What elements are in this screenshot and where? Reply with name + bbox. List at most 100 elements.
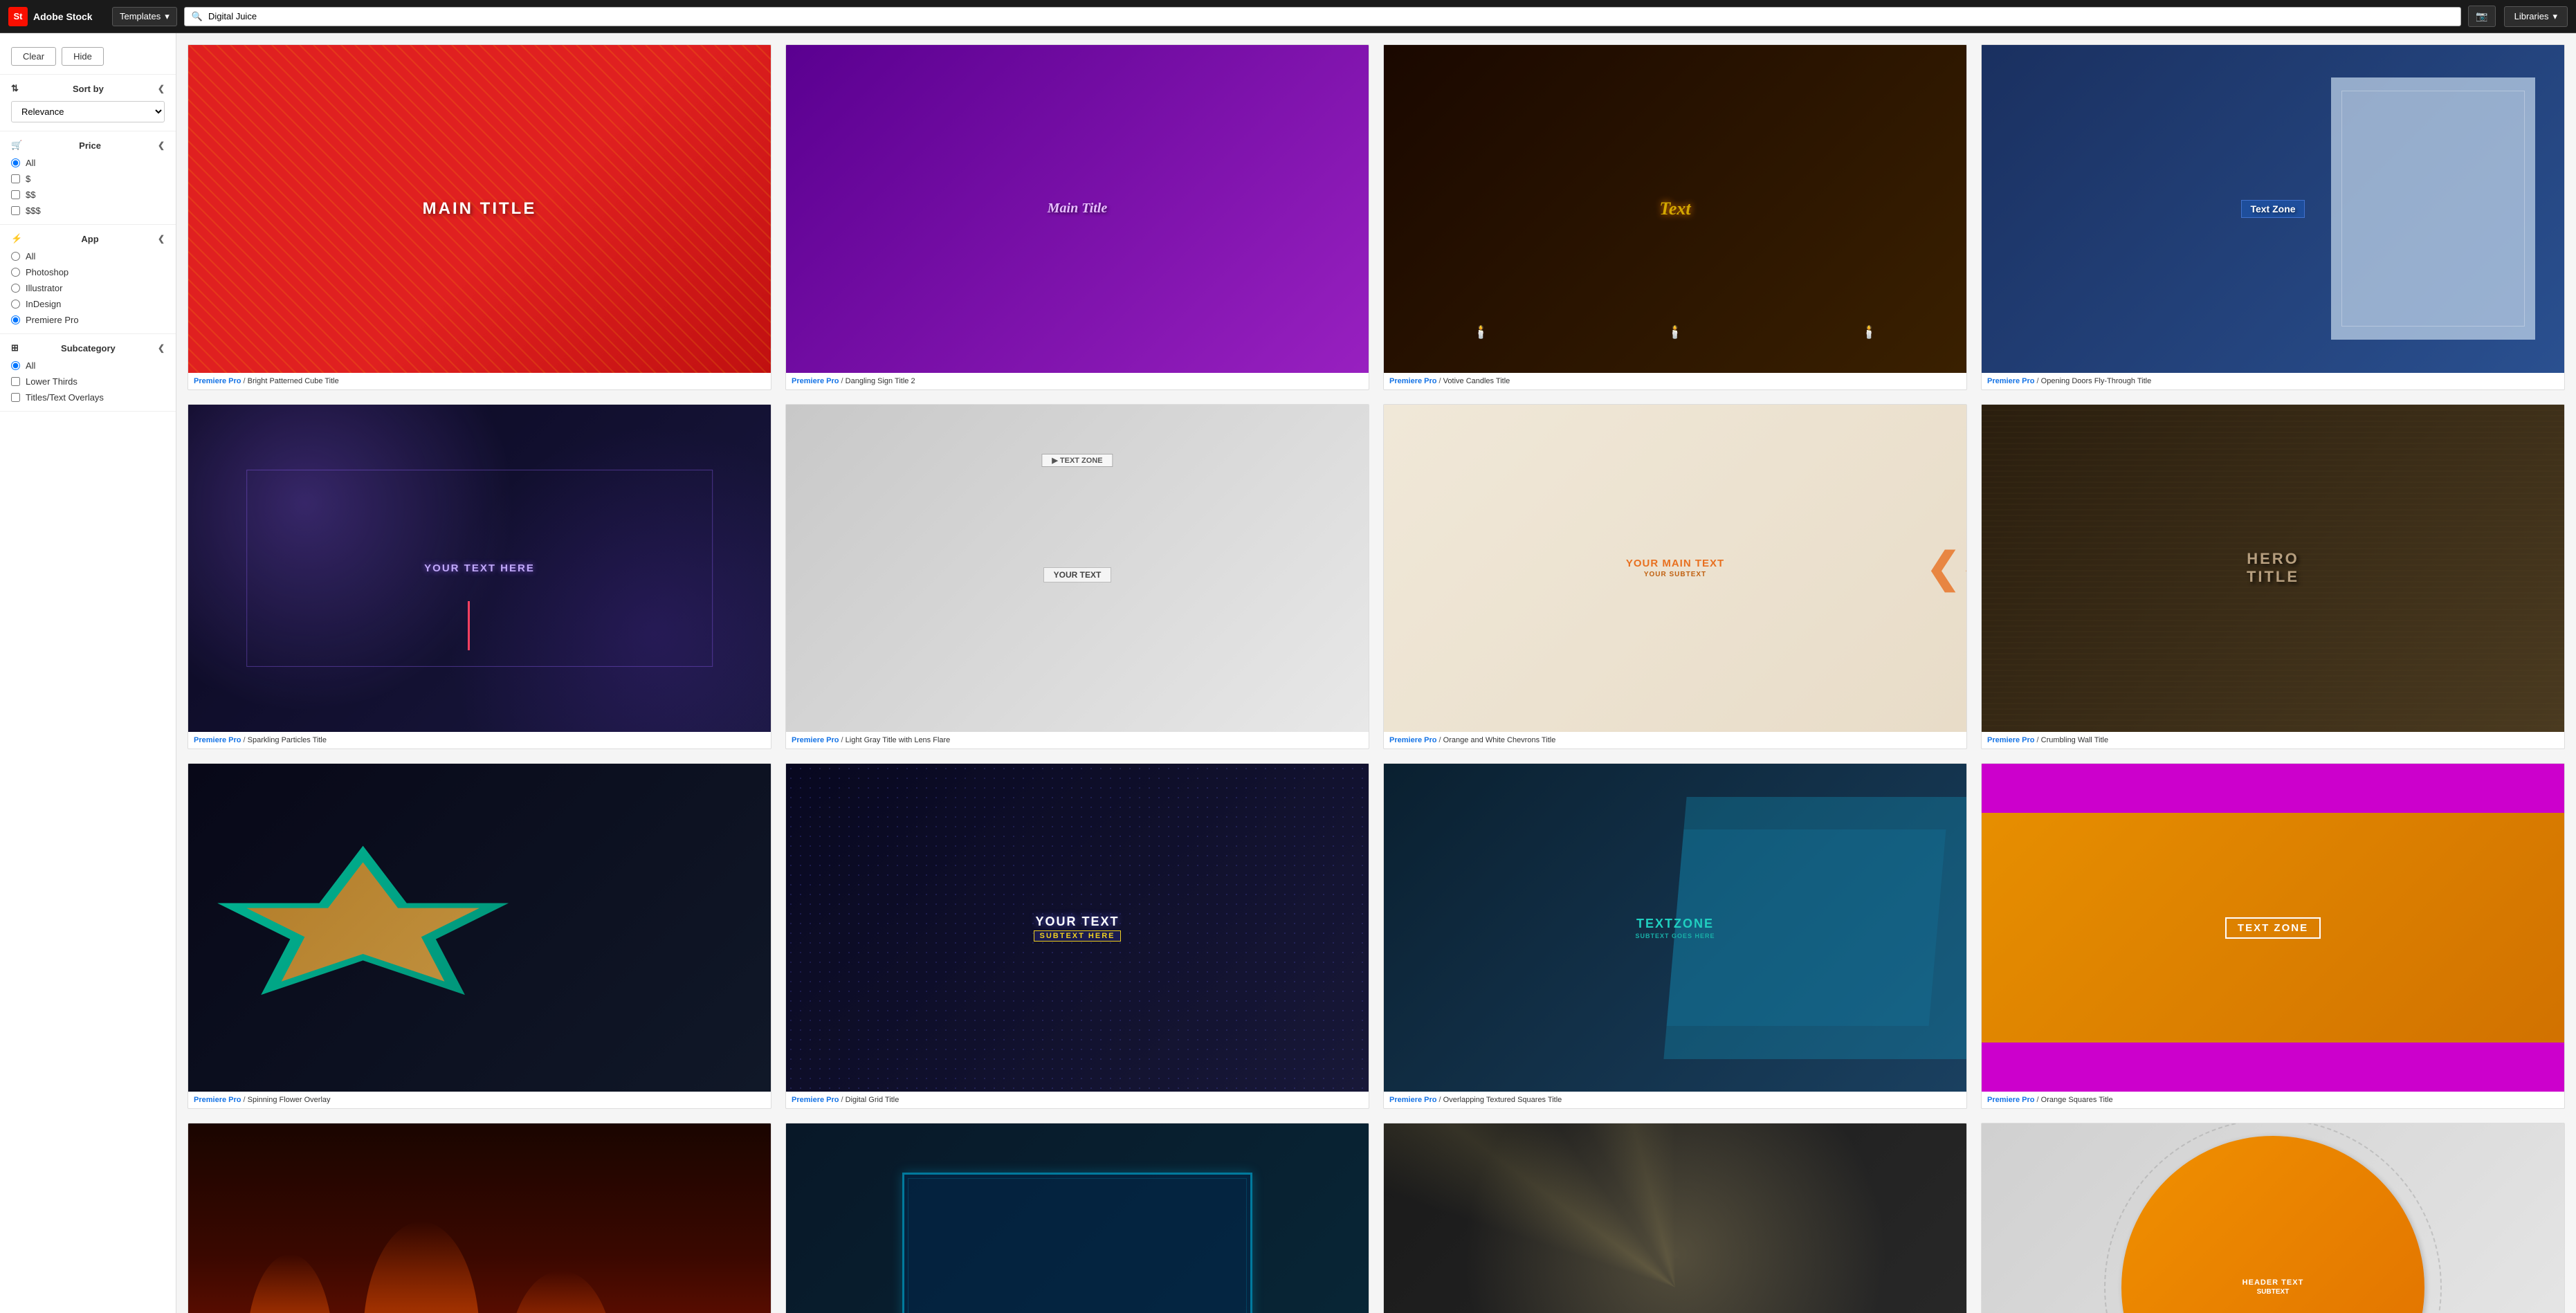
main-layout: Clear Hide ⇅ Sort by ❮ Relevance Newest … xyxy=(0,33,2576,1313)
caption-opening-doors: Premiere Pro / Opening Doors Fly-Through… xyxy=(1982,373,2564,389)
app-label: Premiere Pro xyxy=(792,377,839,385)
price-header[interactable]: 🛒 Price ❮ xyxy=(11,140,165,151)
app-label: Premiere Pro xyxy=(792,736,839,744)
thumbnail-overlapping: TEXTZONE SUBTEXT GOES HERE xyxy=(1384,764,1966,1092)
grid-item-fire[interactable]: Premiere Pro / Fire Title xyxy=(188,1123,771,1313)
topbar: St Adobe Stock Templates ▾ 🔍 📷 Libraries… xyxy=(0,0,2576,33)
app-premiere[interactable]: Premiere Pro xyxy=(11,315,165,325)
grid-item-orange-chevrons[interactable]: ❮❮ YOUR MAIN TEXT YOUR SUBTEXT Premiere … xyxy=(1383,404,1967,750)
subcat-all[interactable]: All xyxy=(11,360,165,371)
sort-by-select[interactable]: Relevance Newest Oldest Popular xyxy=(11,101,165,122)
grid-item-overlapping[interactable]: TEXTZONE SUBTEXT GOES HERE Premiere Pro … xyxy=(1383,763,1967,1109)
price-all[interactable]: All xyxy=(11,158,165,168)
thumbnail-orange-chevrons: ❮❮ YOUR MAIN TEXT YOUR SUBTEXT xyxy=(1384,405,1966,733)
app-label: Premiere Pro xyxy=(194,1096,241,1104)
price-dollar2[interactable]: $$ xyxy=(11,190,165,200)
subcat-titles[interactable]: Titles/Text Overlays xyxy=(11,392,165,403)
caption-bright-cube: Premiere Pro / Bright Patterned Cube Tit… xyxy=(188,373,771,389)
app-photoshop[interactable]: Photoshop xyxy=(11,267,165,277)
app-label: Premiere Pro xyxy=(1987,377,2034,385)
price-icon: 🛒 xyxy=(11,140,22,151)
results-grid: MAIN TITLE Premiere Pro / Bright Pattern… xyxy=(188,44,2565,1313)
app-label: Premiere Pro xyxy=(792,1096,839,1104)
caption-digital-grid: Premiere Pro / Digital Grid Title xyxy=(786,1092,1369,1108)
template-name: Overlapping Textured Squares Title xyxy=(1443,1096,1562,1104)
caption-spinning: Premiere Pro / Spinning Flower Overlay xyxy=(188,1092,771,1108)
sidebar: Clear Hide ⇅ Sort by ❮ Relevance Newest … xyxy=(0,33,176,1313)
price-dollar3[interactable]: $$$ xyxy=(11,205,165,216)
app-label: Premiere Pro xyxy=(1987,1096,2034,1104)
grid-item-orange-squares[interactable]: TEXT ZONE Premiere Pro / Orange Squares … xyxy=(1981,763,2565,1109)
price-dollar1[interactable]: $ xyxy=(11,174,165,184)
clear-button[interactable]: Clear xyxy=(11,47,56,66)
sort-by-header[interactable]: ⇅ Sort by ❮ xyxy=(11,83,165,94)
app-label: Premiere Pro xyxy=(1389,1096,1436,1104)
caption-sparkling: Premiere Pro / Sparkling Particles Title xyxy=(188,732,771,749)
price-options: All $ $$ $$$ xyxy=(11,158,165,216)
app-header[interactable]: ⚡ App ❮ xyxy=(11,233,165,244)
chevron-down-icon: ▾ xyxy=(2552,11,2557,22)
thumbnail-spinning xyxy=(188,764,771,1092)
caption-candles: Premiere Pro / Votive Candles Title xyxy=(1384,373,1966,389)
app-label: Premiere Pro xyxy=(194,736,241,744)
subcategory-section: ⊞ Subcategory ❮ All Lower Thirds Titles/… xyxy=(0,334,176,412)
grid-item-opening-doors[interactable]: Text Zone Premiere Pro / Opening Doors F… xyxy=(1981,44,2565,390)
template-name: Sparkling Particles Title xyxy=(248,736,327,744)
grid-item-header-circle[interactable]: HEADER TEXT SUBTEXT Premiere Pro / Heade… xyxy=(1981,1123,2565,1313)
subcategory-options: All Lower Thirds Titles/Text Overlays xyxy=(11,360,165,403)
thumbnail-light-rays xyxy=(1384,1123,1966,1313)
app-all[interactable]: All xyxy=(11,251,165,261)
search-input[interactable] xyxy=(208,11,2454,21)
caption-orange-squares: Premiere Pro / Orange Squares Title xyxy=(1982,1092,2564,1108)
grid-item-tv[interactable]: Premiere Pro / TV Screen Title xyxy=(785,1123,1369,1313)
template-name: Votive Candles Title xyxy=(1443,377,1510,385)
thumbnail-lightgray: ▶ TEXT ZONE YOUR TEXT xyxy=(786,405,1369,733)
thumbnail-candles: 🕯️ 🕯️ 🕯️ Text xyxy=(1384,45,1966,373)
subcat-lower-thirds[interactable]: Lower Thirds xyxy=(11,376,165,387)
grid-item-candles[interactable]: 🕯️ 🕯️ 🕯️ Text Premiere Pro / Votive Cand… xyxy=(1383,44,1967,390)
subcategory-icon: ⊞ xyxy=(11,342,19,354)
subcategory-header[interactable]: ⊞ Subcategory ❮ xyxy=(11,342,165,354)
topbar-right: 📷 Libraries ▾ xyxy=(2468,6,2568,27)
price-section: 🛒 Price ❮ All $ $$ $$$ xyxy=(0,131,176,225)
grid-item-spinning[interactable]: Premiere Pro / Spinning Flower Overlay xyxy=(188,763,771,1109)
grid-item-bright-cube[interactable]: MAIN TITLE Premiere Pro / Bright Pattern… xyxy=(188,44,771,390)
search-icon: 🔍 xyxy=(192,11,203,22)
template-name: Opening Doors Fly-Through Title xyxy=(2041,377,2152,385)
app-label: App xyxy=(81,234,98,244)
content-area: MAIN TITLE Premiere Pro / Bright Pattern… xyxy=(176,33,2576,1313)
chevron-down-icon: ▾ xyxy=(165,11,170,22)
app-icon: ⚡ xyxy=(11,233,22,244)
price-label: Price xyxy=(79,140,101,151)
template-name: Bright Patterned Cube Title xyxy=(248,377,339,385)
thumbnail-opening-doors: Text Zone xyxy=(1982,45,2564,373)
caption-overlapping: Premiere Pro / Overlapping Textured Squa… xyxy=(1384,1092,1966,1108)
camera-button[interactable]: 📷 xyxy=(2468,6,2495,27)
app-illustrator[interactable]: Illustrator xyxy=(11,283,165,293)
grid-item-lightgray[interactable]: ▶ TEXT ZONE YOUR TEXT Premiere Pro / Lig… xyxy=(785,404,1369,750)
content-type-dropdown[interactable]: Templates ▾ xyxy=(112,7,177,26)
caption-orange-chevrons: Premiere Pro / Orange and White Chevrons… xyxy=(1384,732,1966,749)
grid-item-digital-grid[interactable]: YOUR TEXT SUBTEXT HERE Premiere Pro / Di… xyxy=(785,763,1369,1109)
grid-item-dangling[interactable]: Main Title Premiere Pro / Dangling Sign … xyxy=(785,44,1369,390)
caption-crumbling: Premiere Pro / Crumbling Wall Title xyxy=(1982,732,2564,749)
app-label: Premiere Pro xyxy=(1389,377,1436,385)
thumbnail-crumbling: HERO TITLE xyxy=(1982,405,2564,733)
template-name: Crumbling Wall Title xyxy=(2041,736,2108,744)
subcategory-collapse-icon: ❮ xyxy=(158,343,165,353)
template-name: Spinning Flower Overlay xyxy=(248,1096,331,1104)
thumbnail-dangling: Main Title xyxy=(786,45,1369,373)
thumbnail-fire xyxy=(188,1123,771,1313)
app-options: All Photoshop Illustrator InDesign Premi… xyxy=(11,251,165,325)
grid-item-sparkling[interactable]: YOUR TEXT HERE Premiere Pro / Sparkling … xyxy=(188,404,771,750)
libraries-button[interactable]: Libraries ▾ xyxy=(2504,6,2568,27)
grid-item-crumbling[interactable]: HERO TITLE Premiere Pro / Crumbling Wall… xyxy=(1981,404,2565,750)
app-label: Premiere Pro xyxy=(1389,736,1436,744)
hide-button[interactable]: Hide xyxy=(62,47,104,66)
collapse-icon: ❮ xyxy=(158,84,165,93)
app-indesign[interactable]: InDesign xyxy=(11,299,165,309)
sort-by-icon: ⇅ xyxy=(11,83,19,94)
dropdown-label: Templates xyxy=(120,11,161,21)
thumbnail-tv xyxy=(786,1123,1369,1313)
grid-item-light-rays[interactable]: Premiere Pro / Light Rays Title xyxy=(1383,1123,1967,1313)
